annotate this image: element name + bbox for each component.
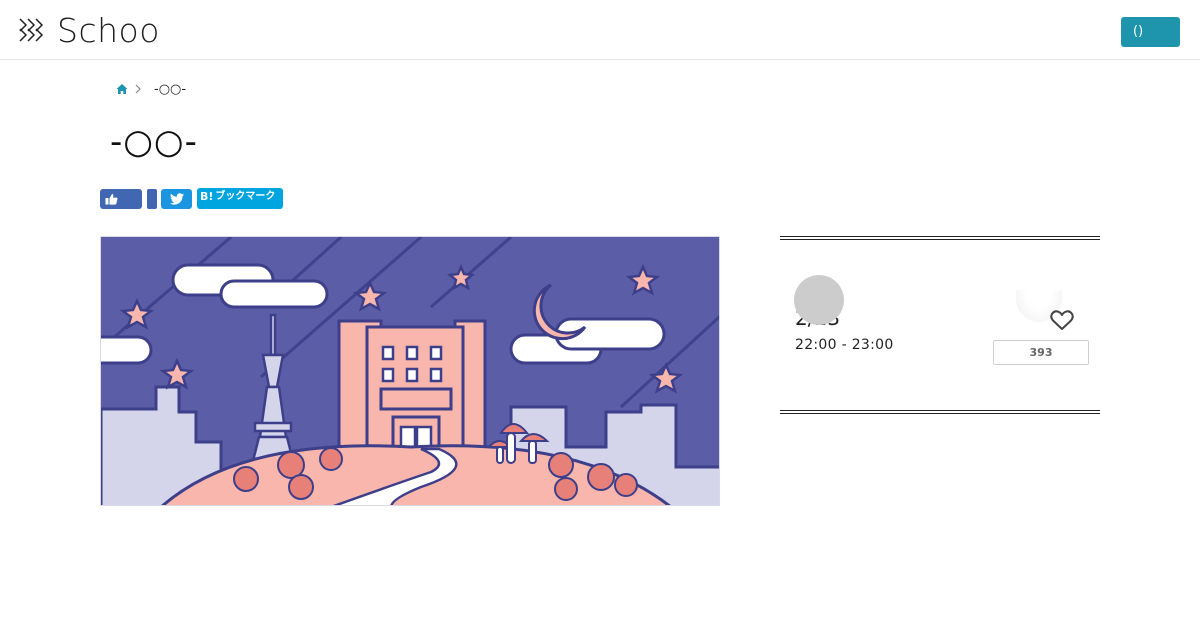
login-button[interactable]: ()	[1121, 17, 1180, 47]
thumbs-up-icon	[105, 193, 118, 205]
schoo-logo[interactable]: Schoo	[18, 10, 160, 50]
social-buttons: B! ブックマーク	[100, 187, 284, 210]
hatena-label: ブックマーク	[215, 190, 276, 202]
schoo-logo-icon	[19, 18, 44, 42]
home-icon[interactable]	[116, 83, 128, 95]
top-divider	[780, 236, 1100, 240]
twitter-tweet-button[interactable]	[161, 189, 192, 209]
class-time: 22:00 - 23:00	[795, 337, 894, 353]
chevron-right-icon	[135, 84, 141, 94]
bottom-divider	[780, 410, 1100, 414]
heart-icon[interactable]	[1050, 309, 1074, 331]
breadcrumb: -○○-	[116, 80, 186, 98]
hatena-mark: B!	[200, 189, 214, 203]
hatena-bookmark-button[interactable]: B! ブックマーク	[197, 187, 284, 209]
class-hero-image	[100, 236, 720, 506]
site-header: Schoo ()	[0, 0, 1200, 60]
teacher-avatar[interactable]	[794, 275, 844, 325]
logo-text: Schoo	[57, 10, 160, 50]
favorite-count: 393	[993, 340, 1089, 365]
city-night-illustration	[101, 237, 719, 505]
facebook-like-button[interactable]	[100, 189, 142, 209]
class-info-panel: 2/23 22:00 - 23:00 393	[780, 236, 1100, 415]
facebook-count-bubble	[147, 189, 157, 209]
page-title: -○○-	[110, 122, 198, 162]
breadcrumb-current: -○○-	[154, 81, 187, 97]
twitter-bird-icon	[169, 193, 184, 205]
